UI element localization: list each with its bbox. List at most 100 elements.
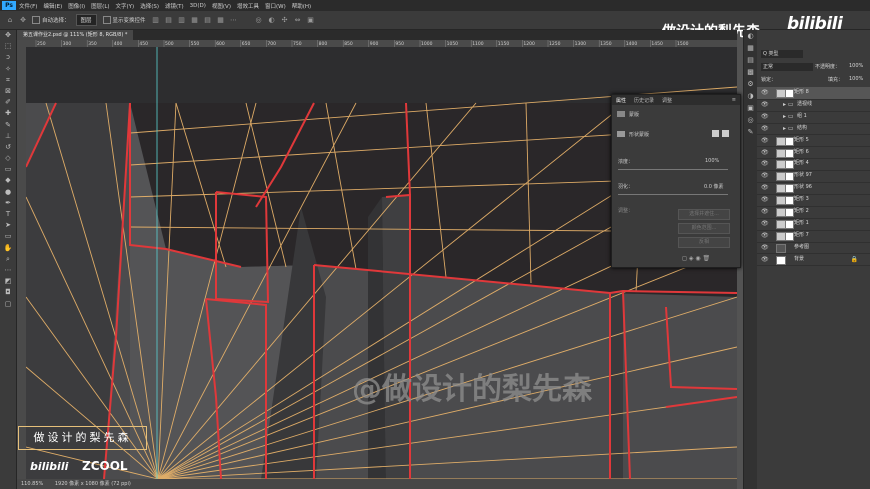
layer-row[interactable]: 👁 矩形 1: [757, 218, 870, 231]
layer-row[interactable]: 👁 矩形 4: [757, 158, 870, 172]
home-icon[interactable]: ⌂: [6, 16, 14, 24]
3d-roll-icon[interactable]: ◐: [268, 16, 276, 24]
blur-icon[interactable]: ◆: [0, 175, 16, 186]
3d-scale-icon[interactable]: ▣: [307, 16, 315, 24]
folder-icon[interactable]: ▸ ▭: [783, 99, 794, 111]
eraser-icon[interactable]: ◇: [0, 153, 16, 164]
menu-select[interactable]: 选择(S): [140, 2, 159, 10]
color-range-button[interactable]: 颜色范围...: [678, 223, 730, 234]
layer-row[interactable]: 👁 矩形 8: [757, 87, 870, 100]
layer-row[interactable]: 👁 矩形 2: [757, 206, 870, 219]
3d-orbit-icon[interactable]: ◎: [255, 16, 263, 24]
move-tool-preset-icon[interactable]: ✥: [19, 16, 27, 24]
ruler-origin[interactable]: [17, 40, 26, 47]
document-tab[interactable]: 第五课作业2.psd @ 111% (矩形 8, RGB/8) *: [17, 30, 134, 40]
vector-mask-thumbnail[interactable]: [785, 208, 794, 217]
menu-3d[interactable]: 3D(D): [190, 3, 206, 9]
screen-mode-icon[interactable]: ▢: [0, 299, 16, 310]
vector-mask-thumbnail[interactable]: [785, 160, 794, 170]
menu-layer[interactable]: 图层(L): [91, 2, 109, 10]
dock-channels-icon[interactable]: ◎: [744, 114, 757, 126]
menu-view[interactable]: 视图(V): [212, 2, 231, 10]
visibility-eye-icon[interactable]: 👁: [761, 194, 769, 206]
feather-value[interactable]: 0.0 像素: [704, 183, 724, 190]
layer-row[interactable]: 👁 矩形 6: [757, 147, 870, 160]
pen-icon[interactable]: ✒: [0, 198, 16, 209]
blend-mode-select[interactable]: 正常: [761, 63, 813, 71]
hand-icon[interactable]: ✋: [0, 243, 16, 254]
auto-select-dropdown[interactable]: 图层: [75, 14, 97, 26]
vector-mask-thumbnail[interactable]: [785, 172, 794, 182]
layer-row[interactable]: 👁 形状 97: [757, 170, 870, 184]
3d-slide-icon[interactable]: ⇔: [294, 16, 302, 24]
select-mask-icon[interactable]: [712, 130, 719, 137]
path-select-icon[interactable]: ➤: [0, 220, 16, 231]
dock-properties-icon[interactable]: ⚙: [744, 78, 757, 90]
stamp-icon[interactable]: ⊥: [0, 131, 16, 142]
brush-icon[interactable]: ✎: [0, 120, 16, 131]
visibility-eye-icon[interactable]: 👁: [761, 123, 769, 135]
layer-filter[interactable]: Q 类型: [761, 50, 803, 58]
panel-menu-icon[interactable]: ≡: [732, 97, 736, 103]
menu-type[interactable]: 文字(Y): [116, 2, 135, 10]
align-left-icon[interactable]: ▥: [152, 16, 160, 24]
layer-thumbnail[interactable]: [776, 243, 786, 253]
dock-color-icon[interactable]: ◐: [744, 30, 757, 42]
lasso-icon[interactable]: ↄ: [0, 52, 16, 63]
align-top-icon[interactable]: ▦: [191, 16, 199, 24]
vector-mask-thumbnail[interactable]: [785, 148, 794, 158]
type-icon[interactable]: T: [0, 209, 16, 220]
dock-pattern-icon[interactable]: ▩: [744, 66, 757, 78]
vector-mask-thumbnail[interactable]: [785, 231, 794, 241]
mask-icon[interactable]: ◘: [0, 287, 16, 298]
vector-mask-thumbnail[interactable]: [785, 136, 794, 146]
align-middle-icon[interactable]: ▤: [204, 16, 212, 24]
menu-filter[interactable]: 滤镜(T): [165, 2, 184, 10]
history-brush-icon[interactable]: ↺: [0, 142, 16, 153]
eyedropper-icon[interactable]: ✐: [0, 97, 16, 108]
healing-icon[interactable]: ✚: [0, 108, 16, 119]
layer-row[interactable]: 👁 ▸ ▭ 透视线: [757, 99, 870, 112]
colors-icon[interactable]: ◩: [0, 276, 16, 287]
auto-select-checkbox[interactable]: [32, 16, 40, 24]
marquee-icon[interactable]: ⬚: [0, 41, 16, 52]
align-center-icon[interactable]: ▤: [165, 16, 173, 24]
menu-window[interactable]: 窗口(W): [265, 2, 286, 10]
vector-mask-thumbnail[interactable]: [785, 184, 794, 194]
select-and-mask-button[interactable]: 选择并遮住...: [678, 209, 730, 220]
feather-slider[interactable]: [618, 194, 728, 195]
visibility-eye-icon[interactable]: 👁: [761, 170, 769, 182]
more-options-icon[interactable]: ⋯: [230, 16, 238, 24]
dock-adjust-icon[interactable]: ◑: [744, 90, 757, 102]
visibility-eye-icon[interactable]: 👁: [761, 99, 769, 111]
align-right-icon[interactable]: ▥: [178, 16, 186, 24]
layer-row[interactable]: 👁 参考图: [757, 242, 870, 255]
transform-controls-checkbox[interactable]: [102, 16, 111, 24]
visibility-eye-icon[interactable]: 👁: [761, 147, 769, 159]
layer-row[interactable]: 👁 背景 🔒: [757, 254, 870, 267]
zoom-icon[interactable]: ⌕: [0, 254, 16, 265]
align-bottom-icon[interactable]: ▦: [217, 16, 225, 24]
visibility-eye-icon[interactable]: 👁: [761, 218, 769, 230]
move-icon[interactable]: ✥: [0, 30, 16, 41]
invert-button[interactable]: 反相: [678, 237, 730, 248]
apply-vector-mask-icon[interactable]: [722, 130, 729, 137]
visibility-eye-icon[interactable]: 👁: [761, 111, 769, 123]
vector-mask-thumbnail[interactable]: [785, 196, 794, 206]
visibility-eye-icon[interactable]: 👁: [761, 206, 769, 218]
folder-icon[interactable]: ▸ ▭: [783, 123, 794, 135]
folder-icon[interactable]: ▸ ▭: [783, 111, 794, 123]
dock-layers-icon[interactable]: ▣: [744, 102, 757, 114]
panel-footer-icons[interactable]: ◻ ◈ ◉ 🗑: [682, 255, 710, 262]
visibility-eye-icon[interactable]: 👁: [761, 135, 769, 147]
visibility-eye-icon[interactable]: 👁: [761, 242, 769, 254]
dodge-icon[interactable]: ●: [0, 187, 16, 198]
fill-value[interactable]: 100%: [849, 76, 863, 82]
magic-wand-icon[interactable]: ✧: [0, 64, 16, 75]
layer-row[interactable]: 👁 ▸ ▭ 组 1: [757, 111, 870, 124]
crop-icon[interactable]: ⌗: [0, 75, 16, 86]
document-info[interactable]: 1920 像素 x 1080 像素 (72 ppi): [55, 481, 131, 487]
menu-image[interactable]: 图像(I): [68, 2, 85, 10]
visibility-eye-icon[interactable]: 👁: [761, 87, 769, 99]
density-value[interactable]: 100%: [705, 158, 719, 164]
